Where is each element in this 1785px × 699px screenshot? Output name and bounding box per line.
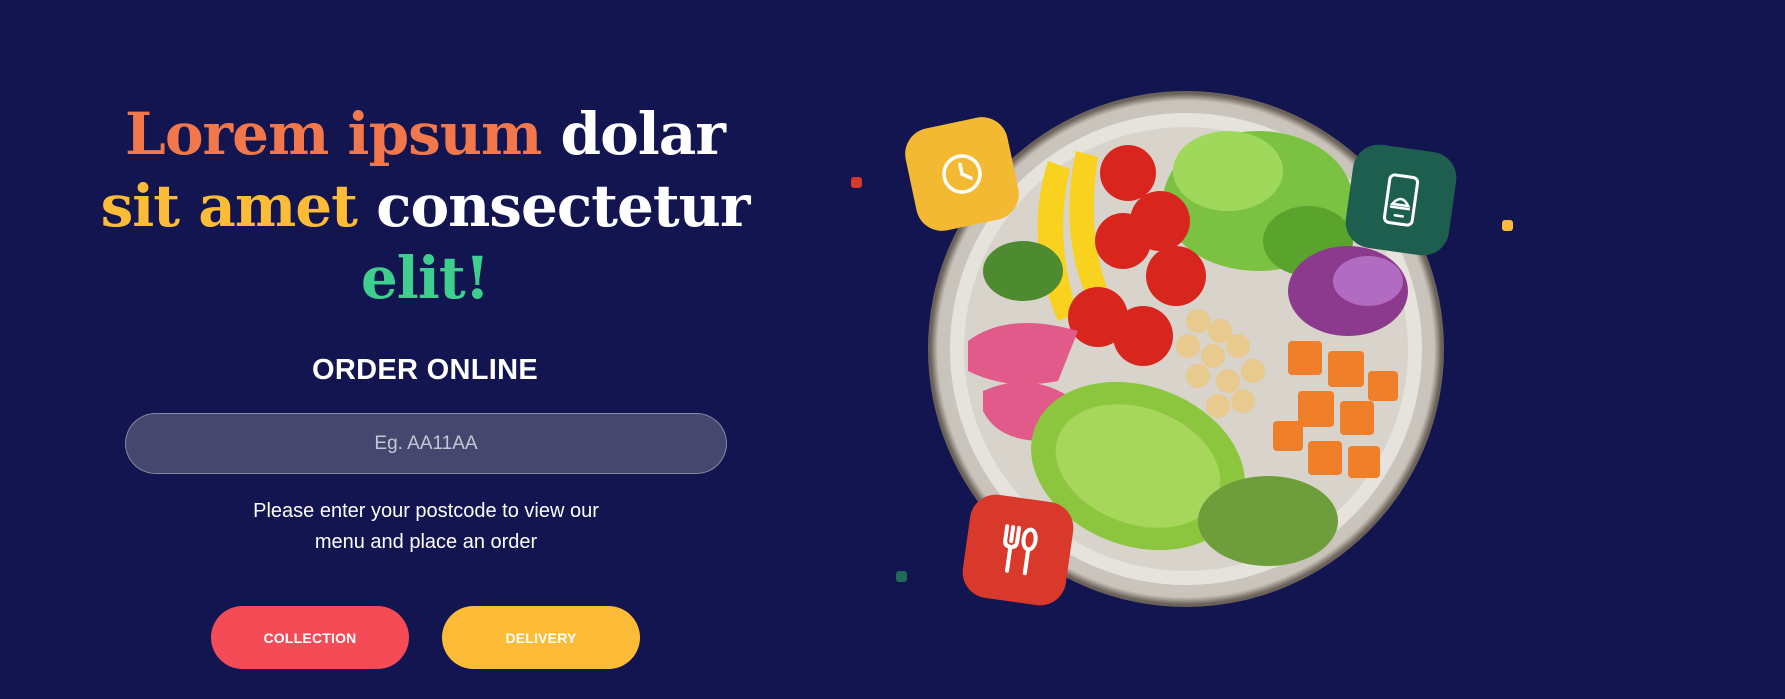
order-panel: Lorem ipsum dolar sit amet consectetur e… (0, 0, 850, 699)
headline-text: dolar (541, 100, 726, 168)
fork-spoon-icon (1003, 524, 1038, 576)
collection-button[interactable]: COLLECTION (211, 606, 409, 669)
postcode-input[interactable] (125, 413, 727, 474)
order-online-title: ORDER ONLINE (312, 354, 538, 386)
headline-accent-green: elit! (360, 244, 490, 312)
headline-accent-orange: Lorem ipsum (125, 100, 542, 168)
headline-line-2: sit amet consectetur (100, 170, 751, 242)
clock-icon (942, 154, 982, 194)
postcode-help-text: Please enter your postcode to view our m… (200, 496, 652, 558)
decorative-square (1502, 220, 1513, 231)
headline-line-1: Lorem ipsum dolar (100, 98, 750, 170)
help-line-2: menu and place an order (314, 531, 538, 553)
mobile-order-icon (1382, 173, 1420, 227)
headline-accent-yellow: sit amet (100, 172, 358, 240)
mobile-order-badge (1342, 141, 1460, 259)
cutlery-badge (959, 491, 1077, 609)
decorative-square (851, 177, 862, 188)
hero-headline: Lorem ipsum dolar sit amet consectetur e… (100, 98, 751, 314)
headline-text: consectetur (356, 172, 750, 240)
decorative-square (896, 571, 907, 582)
delivery-button[interactable]: DELIVERY (442, 606, 640, 669)
help-line-1: Please enter your postcode to view our (253, 500, 599, 522)
